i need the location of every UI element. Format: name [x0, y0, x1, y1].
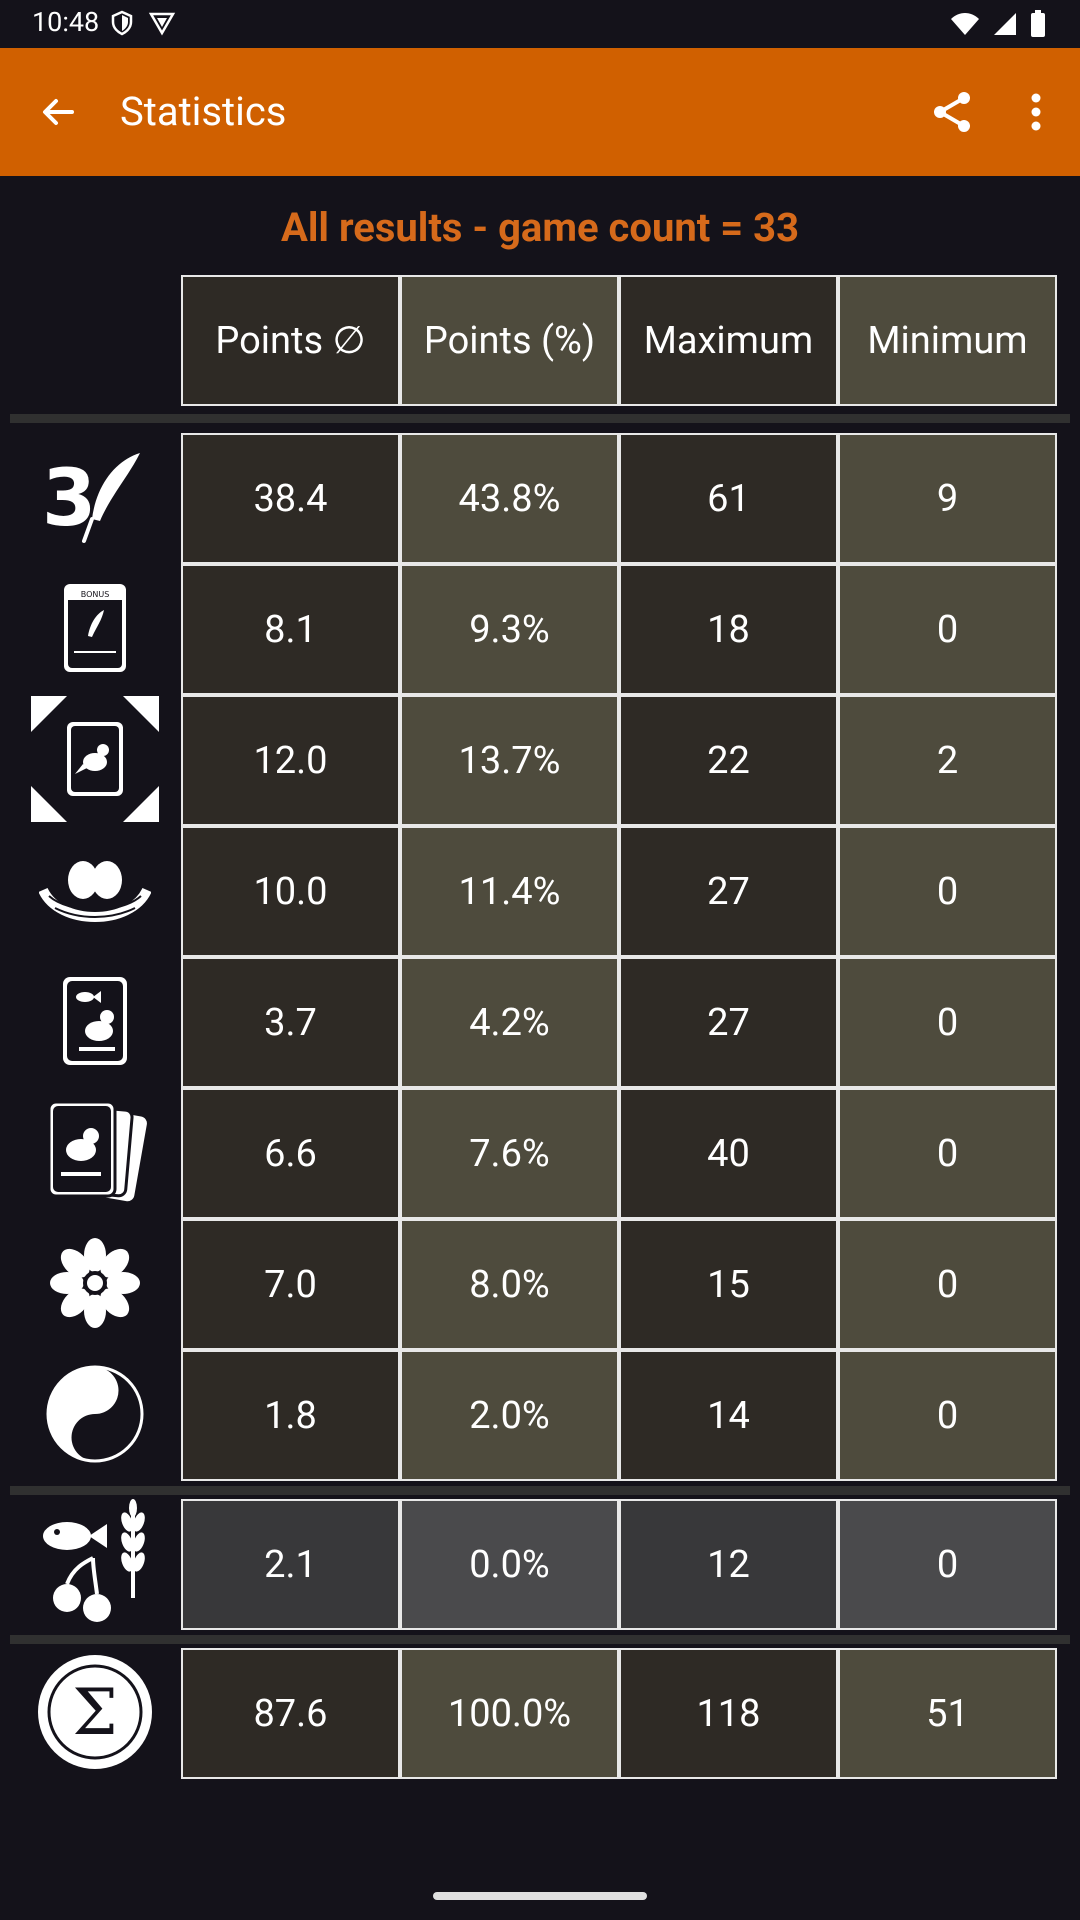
- cell-points-avg: 7.0: [181, 1219, 400, 1350]
- table-row-food: 2.1 0.0% 12 0: [181, 1499, 1057, 1630]
- cell-points-avg: 12.0: [181, 695, 400, 826]
- table-header-row: Points ∅ Points (%) Maximum Minimum: [181, 275, 1057, 406]
- cell-points-avg: 38.4: [181, 433, 400, 564]
- cell-maximum: 15: [619, 1219, 838, 1350]
- more-vert-icon[interactable]: [1016, 88, 1056, 136]
- sigma-icon: Σ: [28, 1648, 162, 1776]
- cell-points-percent: 11.4%: [400, 826, 619, 957]
- table-row-total: 87.6 100.0% 118 51: [181, 1648, 1057, 1779]
- cell-points-percent: 13.7%: [400, 695, 619, 826]
- cell-points-percent: 2.0%: [400, 1350, 619, 1481]
- table-row: 7.0 8.0% 15 0: [181, 1219, 1057, 1350]
- cell-points-percent: 8.0%: [400, 1219, 619, 1350]
- yin-yang-icon: [28, 1350, 162, 1478]
- cell-maximum: 12: [619, 1499, 838, 1630]
- vpn-triangle-icon: [148, 12, 176, 36]
- cell-points-percent: 43.8%: [400, 433, 619, 564]
- cell-points-avg: 10.0: [181, 826, 400, 957]
- svg-text:Σ: Σ: [72, 1676, 117, 1750]
- header-points-percent: Points (%): [400, 275, 619, 406]
- table-row: 3.7 4.2% 27 0: [181, 957, 1057, 1088]
- cell-minimum: 9: [838, 433, 1057, 564]
- home-indicator[interactable]: [433, 1892, 647, 1900]
- cell-maximum: 27: [619, 957, 838, 1088]
- cell-minimum: 0: [838, 1499, 1057, 1630]
- table-row: 38.4 43.8% 61 9: [181, 433, 1057, 564]
- results-heading: All results - game count = 33: [280, 204, 800, 251]
- cell-minimum: 0: [838, 1088, 1057, 1219]
- app-bar: Statistics: [0, 48, 1080, 176]
- cell-maximum: 40: [619, 1088, 838, 1219]
- wifi-icon: [951, 13, 979, 35]
- cached-food-card-icon: [28, 957, 162, 1085]
- cell-points-percent: 4.2%: [400, 957, 619, 1088]
- header-minimum: Minimum: [838, 275, 1057, 406]
- cell-points-avg: 87.6: [181, 1648, 400, 1779]
- separator: [10, 1635, 1070, 1644]
- table-row: 8.1 9.3% 18 0: [181, 564, 1057, 695]
- cell-minimum: 0: [838, 1219, 1057, 1350]
- cell-minimum: 51: [838, 1648, 1057, 1779]
- status-bar: 10:48: [0, 0, 1080, 48]
- cell-points-percent: 100.0%: [400, 1648, 619, 1779]
- feather-3-icon: 3: [28, 433, 162, 561]
- flower-icon: [28, 1219, 162, 1347]
- page-title: Statistics: [120, 88, 287, 135]
- cell-points-avg: 2.1: [181, 1499, 400, 1630]
- header-points-avg: Points ∅: [181, 275, 400, 406]
- header-maximum: Maximum: [619, 275, 838, 406]
- cell-points-avg: 3.7: [181, 957, 400, 1088]
- battery-icon: [1031, 10, 1045, 37]
- cell-minimum: 0: [838, 564, 1057, 695]
- shield-icon: [111, 10, 133, 36]
- cell-maximum: 18: [619, 564, 838, 695]
- cell-points-avg: 6.6: [181, 1088, 400, 1219]
- back-arrow-icon[interactable]: [34, 88, 82, 136]
- status-time: 10:48: [32, 6, 100, 38]
- cell-maximum: 118: [619, 1648, 838, 1779]
- separator: [10, 414, 1070, 423]
- cell-points-percent: 0.0%: [400, 1499, 619, 1630]
- svg-text:BONUS: BONUS: [81, 590, 110, 599]
- cell-points-avg: 1.8: [181, 1350, 400, 1481]
- food-tokens-icon: [28, 1499, 162, 1627]
- cell-maximum: 22: [619, 695, 838, 826]
- tucked-cards-icon: [28, 1088, 162, 1216]
- cell-maximum: 61: [619, 433, 838, 564]
- cell-points-avg: 8.1: [181, 564, 400, 695]
- cell-minimum: 0: [838, 1350, 1057, 1481]
- cell-minimum: 2: [838, 695, 1057, 826]
- cell-points-percent: 9.3%: [400, 564, 619, 695]
- table-row: 12.0 13.7% 22 2: [181, 695, 1057, 826]
- cell-minimum: 0: [838, 957, 1057, 1088]
- separator: [10, 1486, 1070, 1495]
- cell-maximum: 27: [619, 826, 838, 957]
- table-row: 1.8 2.0% 14 0: [181, 1350, 1057, 1481]
- cell-minimum: 0: [838, 826, 1057, 957]
- share-icon[interactable]: [928, 88, 976, 136]
- cell-points-percent: 7.6%: [400, 1088, 619, 1219]
- table-row: 6.6 7.6% 40 0: [181, 1088, 1057, 1219]
- bonus-card-icon: BONUS: [28, 564, 162, 692]
- end-of-round-goal-icon: [28, 695, 162, 823]
- signal-icon: [994, 13, 1016, 35]
- cell-maximum: 14: [619, 1350, 838, 1481]
- table-row: 10.0 11.4% 27 0: [181, 826, 1057, 957]
- eggs-nest-icon: [28, 826, 162, 954]
